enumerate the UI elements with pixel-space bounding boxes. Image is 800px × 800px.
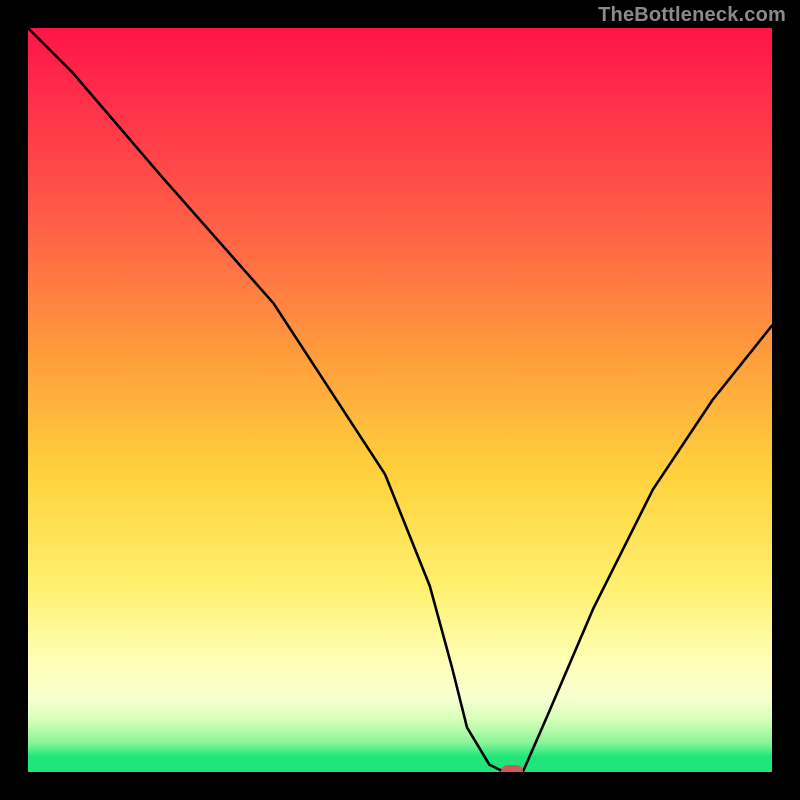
plot-area [28, 28, 772, 772]
optimal-point-marker [501, 765, 523, 772]
curve-layer [28, 28, 772, 772]
watermark-text: TheBottleneck.com [598, 4, 786, 27]
chart-frame: TheBottleneck.com [0, 0, 800, 800]
bottleneck-curve [28, 28, 772, 772]
